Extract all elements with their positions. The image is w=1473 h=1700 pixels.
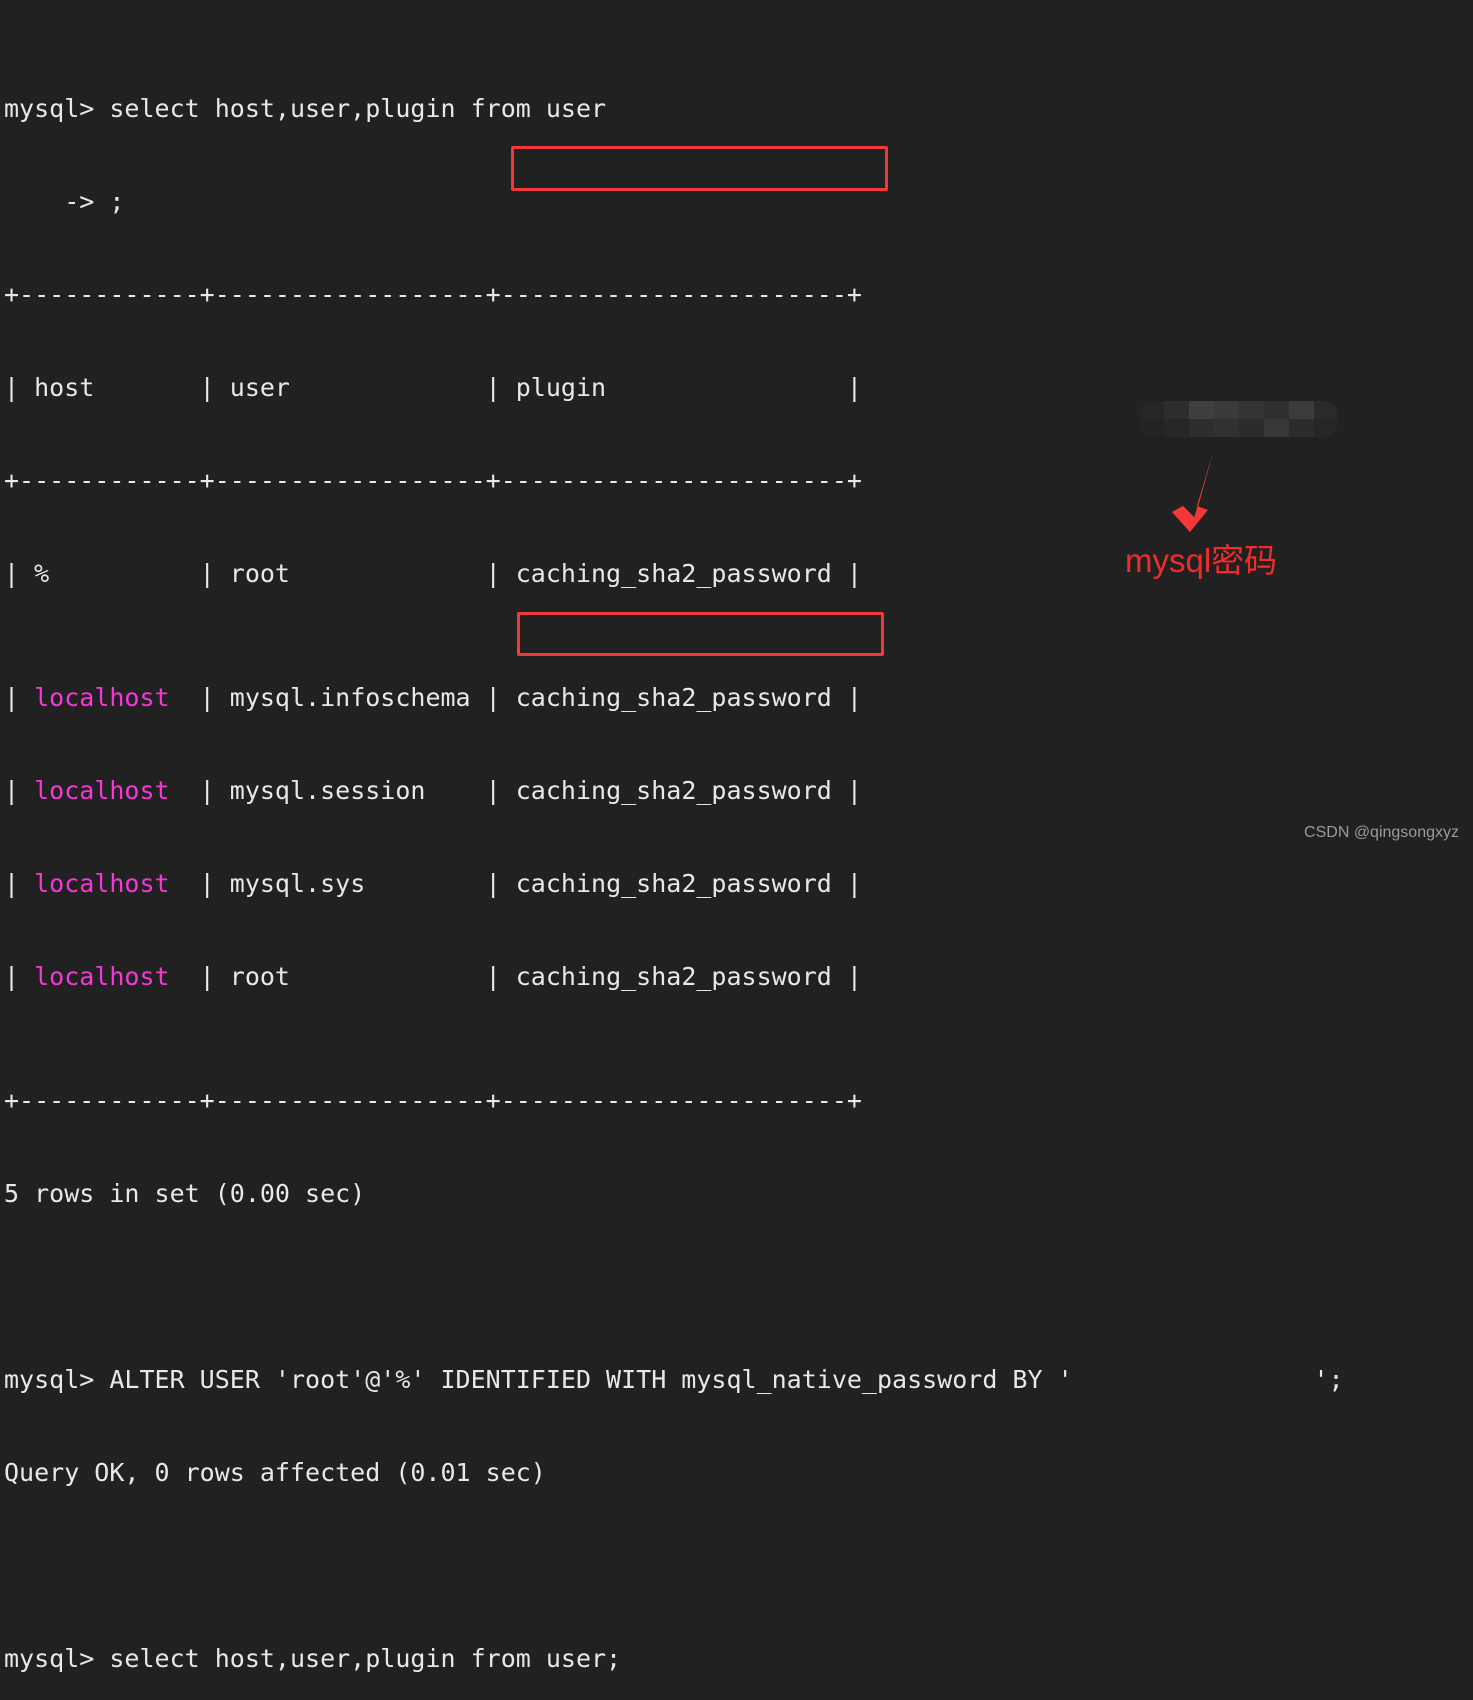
table-border-mid-1: +------------+------------------+-------…: [4, 466, 862, 495]
table-border-bottom-1: +------------+------------------+-------…: [4, 1086, 862, 1115]
row-prefix: |: [4, 776, 35, 805]
terminal-line-query-ok: Query OK, 0 rows affected (0.01 sec): [4, 1458, 546, 1487]
row-rest: | mysql.infoschema | caching_sha2_passwo…: [169, 683, 862, 712]
censored-password-mosaic: [1139, 401, 1338, 437]
terminal-line-command-select-1: mysql> select host,user,plugin from user: [4, 94, 607, 123]
host-value-localhost: localhost: [34, 962, 170, 991]
table-row: | localhost | mysql.sys | caching_sha2_p…: [4, 868, 1344, 899]
row-prefix: |: [4, 962, 35, 991]
row-rest: | mysql.session | caching_sha2_password …: [169, 776, 862, 805]
host-value-localhost: localhost: [34, 683, 170, 712]
terminal-line-command-select-2: mysql> select host,user,plugin from user…: [4, 1644, 622, 1673]
annotation-label-mysql-password: mysql密码: [1125, 542, 1278, 579]
table-row: | localhost | mysql.infoschema | caching…: [4, 682, 1344, 713]
row-prefix: |: [4, 683, 35, 712]
terminal-line-alter-user: mysql> ALTER USER 'root'@'%' IDENTIFIED …: [4, 1365, 1344, 1394]
table-row: | localhost | root | caching_sha2_passwo…: [4, 961, 1344, 992]
row-rest: | mysql.sys | caching_sha2_password |: [169, 869, 862, 898]
host-value-localhost: localhost: [34, 869, 170, 898]
host-value-localhost: localhost: [34, 776, 170, 805]
watermark-text: CSDN @qingsongxyz: [1304, 824, 1459, 841]
rows-in-set-1: 5 rows in set (0.00 sec): [4, 1179, 366, 1208]
row-prefix: |: [4, 869, 35, 898]
terminal-window: mysql> select host,user,plugin from user…: [0, 0, 1473, 1673]
terminal-line-continuation: -> ;: [4, 187, 125, 216]
row-rest: | root | caching_sha2_password |: [169, 962, 862, 991]
table-row: | localhost | mysql.session | caching_sh…: [4, 775, 1344, 806]
terminal-output: mysql> select host,user,plugin from user…: [4, 0, 1344, 1700]
table-border-top-1: +------------+------------------+-------…: [4, 280, 862, 309]
table-header-1: | host | user | plugin |: [4, 373, 862, 402]
